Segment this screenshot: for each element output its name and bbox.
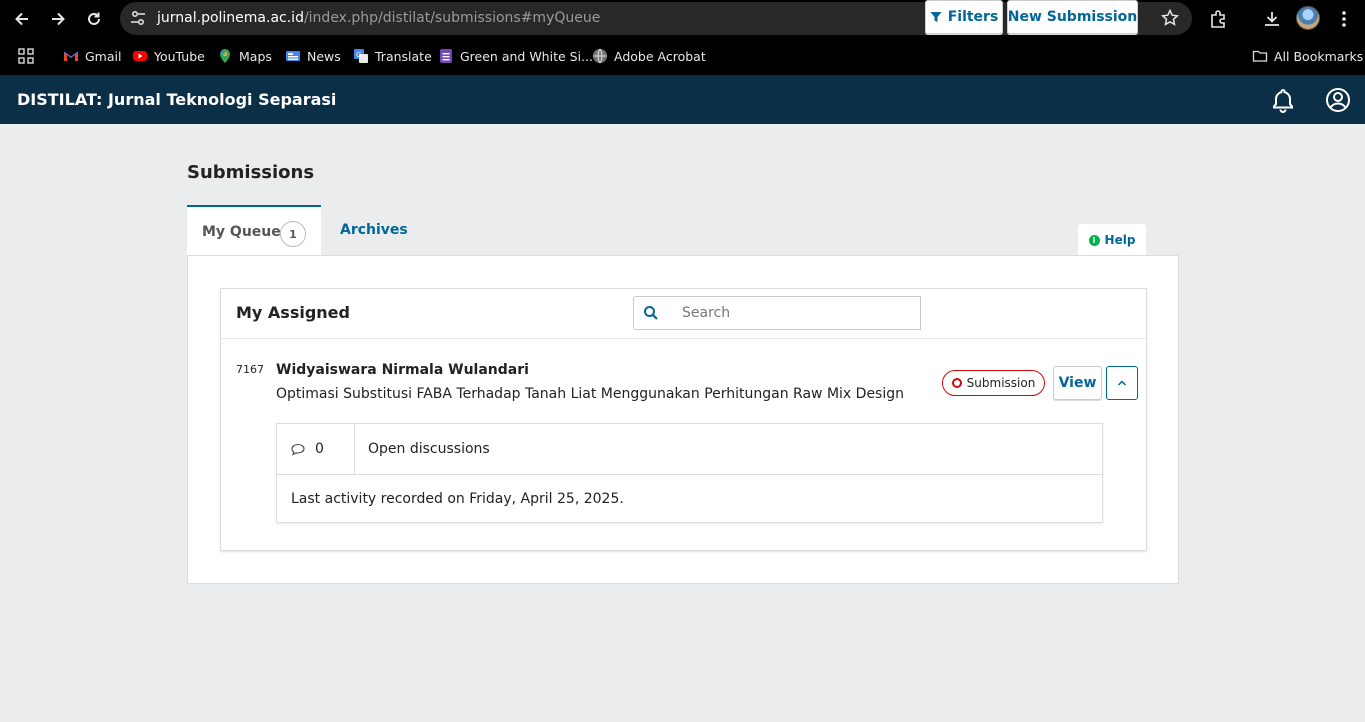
bookmark-green-and-white[interactable]: Green and White Si...: [438, 47, 593, 65]
bookmark-star-icon[interactable]: [1160, 8, 1180, 28]
back-icon[interactable]: [10, 7, 34, 31]
view-label: View: [1058, 375, 1097, 391]
reload-icon[interactable]: [82, 7, 106, 31]
submission-title[interactable]: Optimasi Substitusi FABA Terhadap Tanah …: [276, 386, 904, 402]
discussions-label: Open discussions: [368, 441, 490, 457]
bookmark-label: Translate: [375, 48, 432, 64]
extensions-icon[interactable]: [1206, 7, 1230, 31]
url-text: jurnal.polinema.ac.id/index.php/distilat…: [157, 10, 601, 26]
new-submission-button[interactable]: New Submission: [1007, 0, 1138, 34]
app-header: DISTILAT: Jurnal Teknologi Separasi: [0, 75, 1365, 124]
all-bookmarks[interactable]: All Bookmarks: [1252, 47, 1363, 65]
bookmark-label: News: [307, 48, 341, 64]
tab-archives[interactable]: Archives: [340, 222, 408, 238]
bookmark-gmail[interactable]: Gmail: [63, 47, 121, 65]
gmail-icon: [63, 51, 79, 61]
folder-icon: [1252, 50, 1268, 62]
page-title: Submissions: [187, 162, 315, 183]
maps-pin-icon: [220, 49, 230, 63]
filters-label: Filters: [947, 9, 999, 25]
discussions-count: 0: [315, 441, 324, 457]
bookmark-label: Maps: [239, 48, 272, 64]
tab-my-queue[interactable]: My Queue 1: [187, 205, 321, 256]
profile-avatar[interactable]: [1296, 6, 1320, 30]
all-bookmarks-label: All Bookmarks: [1274, 48, 1364, 64]
stage-label: Submission: [966, 376, 1036, 390]
view-button[interactable]: View: [1053, 366, 1102, 400]
search-button[interactable]: [633, 296, 668, 330]
details-divider: [277, 474, 1102, 475]
filters-button[interactable]: Filters: [925, 0, 1003, 34]
downloads-icon[interactable]: [1260, 7, 1284, 31]
last-activity-text: Last activity recorded on Friday, April …: [291, 491, 624, 507]
submission-details: 0 Open discussions Last activity recorde…: [276, 423, 1103, 523]
youtube-icon: [133, 51, 147, 61]
discussions-count-cell: 0: [277, 424, 355, 474]
journal-title[interactable]: DISTILAT: Jurnal Teknologi Separasi: [17, 90, 336, 109]
tab-my-queue-label: My Queue: [202, 224, 281, 240]
bookmark-label: Gmail: [85, 48, 122, 64]
chevron-up-icon: [1117, 380, 1127, 386]
collapse-toggle-button[interactable]: [1106, 366, 1138, 400]
bookmark-youtube[interactable]: YouTube: [132, 47, 205, 65]
new-submission-label: New Submission: [1007, 9, 1138, 25]
site-settings-icon[interactable]: [129, 9, 147, 27]
user-account-icon[interactable]: [1325, 87, 1351, 113]
bookmark-label: Green and White Si...: [460, 48, 593, 64]
help-label: Help: [1104, 233, 1136, 247]
bookmark-adobe-acrobat[interactable]: Adobe Acrobat: [592, 47, 706, 65]
comment-icon: [291, 443, 305, 456]
bookmark-label: Adobe Acrobat: [614, 48, 706, 64]
globe-icon: [593, 48, 607, 64]
bookmarks-bar: Gmail YouTube Maps News G Translate Gree…: [0, 38, 1365, 75]
submission-id: 7167: [236, 363, 264, 376]
news-icon: [286, 51, 300, 61]
queue-count-badge: 1: [280, 221, 306, 247]
browser-toolbar: jurnal.polinema.ac.id/index.php/distilat…: [0, 0, 1365, 38]
forward-icon[interactable]: [46, 7, 70, 31]
bookmark-label: YouTube: [154, 48, 205, 64]
filter-icon: [930, 12, 942, 22]
forms-icon: [440, 49, 452, 63]
apps-grid-icon[interactable]: [18, 47, 34, 65]
svg-text:G: G: [356, 51, 361, 59]
bookmark-translate[interactable]: G Translate: [353, 47, 432, 65]
search-input[interactable]: [667, 296, 921, 330]
notification-bell-icon[interactable]: [1270, 87, 1296, 113]
search-icon: [643, 306, 658, 320]
info-icon: i: [1088, 234, 1100, 246]
submission-author[interactable]: Widyaiswara Nirmala Wulandari: [276, 362, 529, 378]
stage-status-icon: [951, 378, 962, 388]
bookmark-news[interactable]: News: [285, 47, 341, 65]
more-menu-icon[interactable]: [1332, 7, 1356, 31]
help-button[interactable]: i Help: [1078, 224, 1146, 256]
translate-icon: G: [354, 49, 368, 63]
bookmark-maps[interactable]: Maps: [217, 47, 272, 65]
list-title: My Assigned: [236, 303, 350, 322]
stage-badge: Submission: [942, 370, 1045, 396]
list-header-divider: [220, 338, 1147, 339]
